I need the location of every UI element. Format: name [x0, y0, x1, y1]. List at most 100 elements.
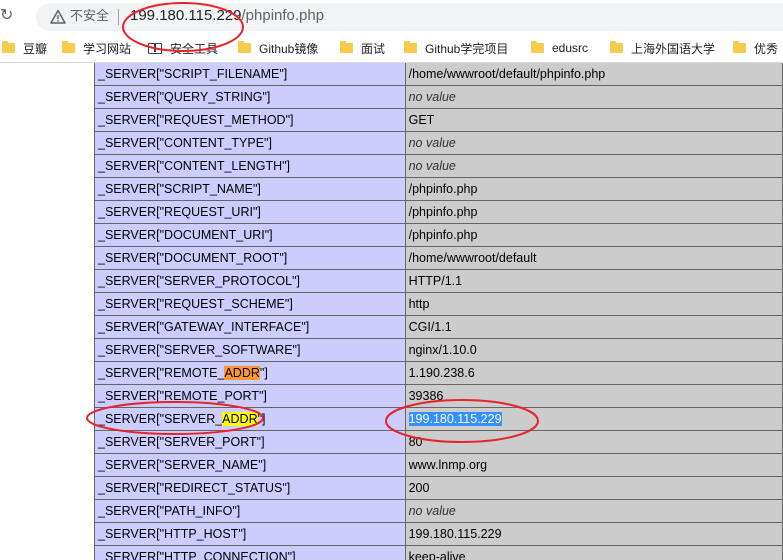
- variable-name: _SERVER["DOCUMENT_ROOT"]: [98, 251, 288, 265]
- variable-value: CGI/1.1: [408, 320, 452, 334]
- address-bar-area: ↻ 不安全 199.180.115.229/phpinfo.php: [0, 0, 783, 34]
- find-current-match: ADDR: [224, 366, 260, 380]
- variable-value-cell: 199.180.115.229: [404, 522, 783, 546]
- bookmark-item[interactable]: Github镜像: [238, 34, 318, 62]
- reload-icon[interactable]: ↻: [0, 5, 13, 27]
- variable-name: _SERVER["SERVER_NAME"]: [98, 458, 267, 472]
- variable-value-cell: no value: [404, 154, 783, 178]
- variable-value-cell: /home/wwwroot/default/phpinfo.php: [404, 63, 783, 86]
- server-variables-table: _SERVER["SCRIPT_FILENAME"] /home/wwwroot/…: [94, 63, 783, 560]
- bookmark-item[interactable]: 优秀: [733, 34, 778, 62]
- variable-name-cell: _SERVER["HTTP_HOST"]: [94, 522, 406, 546]
- table-row: _SERVER["REMOTE_ADDR"] 1.190.238.6: [94, 361, 783, 385]
- bookmark-item[interactable]: 上海外国语大学: [610, 34, 715, 62]
- variable-name-cell: _SERVER["PATH_INFO"]: [94, 499, 406, 523]
- variable-name: _SERVER["REQUEST_URI"]: [98, 205, 261, 219]
- variable-name: _SERVER["QUERY_STRING"]: [98, 90, 271, 104]
- table-row: _SERVER["HTTP_HOST"] 199.180.115.229: [94, 522, 783, 546]
- variable-name-cell: _SERVER["QUERY_STRING"]: [94, 85, 406, 109]
- variable-value-cell: no value: [404, 499, 783, 523]
- variable-value-cell: no value: [404, 85, 783, 109]
- table-row: _SERVER["REQUEST_SCHEME"] http: [94, 292, 783, 316]
- variable-name: _SERVER["SERVER_SOFTWARE"]: [98, 343, 301, 357]
- variable-name-cell: _SERVER["CONTENT_TYPE"]: [94, 131, 406, 155]
- variable-name: _SERVER["SERVER_PROTOCOL"]: [98, 274, 301, 288]
- table-row: _SERVER["QUERY_STRING"] no value: [94, 85, 783, 109]
- bookmark-item[interactable]: edusrc: [531, 34, 588, 62]
- table-row: _SERVER["DOCUMENT_ROOT"] /home/wwwroot/de…: [94, 246, 783, 270]
- variable-value: 200: [408, 481, 430, 495]
- bookmark-item[interactable]: 安全工具: [148, 34, 218, 62]
- folder-icon: [610, 41, 623, 53]
- variable-name-cell: _SERVER["REMOTE_PORT"]: [94, 384, 406, 408]
- variable-value: 199.180.115.229: [408, 527, 502, 541]
- variable-value: HTTP/1.1: [408, 274, 463, 288]
- url-host: 199.180.115.229: [130, 7, 242, 24]
- variable-value: nginx/1.10.0: [408, 343, 477, 357]
- variable-name: _SERVER["REQUEST_SCHEME"]: [98, 297, 293, 311]
- variable-value: 80: [408, 435, 423, 449]
- variable-value: www.lnmp.org: [408, 458, 488, 472]
- variable-name: _SERVER["DOCUMENT_URI"]: [98, 228, 273, 242]
- variable-name: _SERVER["HTTP_HOST"]: [98, 527, 247, 541]
- table-row: _SERVER["SERVER_NAME"] www.lnmp.org: [94, 453, 783, 477]
- bookmark-item[interactable]: 学习网站: [62, 34, 131, 62]
- security-status-label[interactable]: 不安全: [70, 7, 109, 25]
- table-row: _SERVER["REMOTE_PORT"] 39386: [94, 384, 783, 408]
- variable-name-cell: _SERVER["SERVER_PROTOCOL"]: [94, 269, 406, 293]
- table-row: _SERVER["DOCUMENT_URI"] /phpinfo.php: [94, 223, 783, 247]
- table-row: _SERVER["SERVER_PROTOCOL"] HTTP/1.1: [94, 269, 783, 293]
- bookmark-label: 学习网站: [83, 41, 132, 56]
- variable-value-cell: http: [404, 292, 783, 316]
- url-text[interactable]: 199.180.115.229/phpinfo.php: [130, 6, 324, 26]
- variable-name-cell: _SERVER["CONTENT_LENGTH"]: [94, 154, 406, 178]
- table-row: _SERVER["CONTENT_LENGTH"] no value: [94, 154, 783, 178]
- folder-icon: [404, 41, 417, 53]
- variable-value-cell: 200: [404, 476, 783, 500]
- variable-value: no value: [408, 136, 456, 150]
- variable-value-cell: /home/wwwroot/default: [404, 246, 783, 270]
- selected-server-addr-value: 199.180.115.229: [408, 412, 502, 426]
- variable-value-cell: /phpinfo.php: [404, 177, 783, 201]
- variable-name-cell: _SERVER["DOCUMENT_URI"]: [94, 223, 406, 247]
- bookmark-item[interactable]: 豆瓣: [2, 34, 47, 62]
- variable-name: _SERVER["REDIRECT_STATUS"]: [98, 481, 291, 495]
- table-row: _SERVER["REQUEST_URI"] /phpinfo.php: [94, 200, 783, 224]
- variable-value: 1.190.238.6: [408, 366, 475, 380]
- variable-name-cell: _SERVER["SERVER_NAME"]: [94, 453, 406, 477]
- bookmark-label: 安全工具: [170, 41, 219, 56]
- variable-value: /phpinfo.php: [408, 182, 478, 196]
- table-row: _SERVER["REQUEST_METHOD"] GET: [94, 108, 783, 132]
- variable-name: _SERVER["REQUEST_METHOD"]: [98, 113, 294, 127]
- bookmark-label: 上海外国语大学: [631, 41, 716, 56]
- bookmark-item[interactable]: 面试: [340, 34, 385, 62]
- variable-name-cell: _SERVER["REQUEST_URI"]: [94, 200, 406, 224]
- variable-name: _SERVER["SCRIPT_NAME"]: [98, 182, 261, 196]
- table-row: _SERVER["PATH_INFO"] no value: [94, 499, 783, 523]
- bookmark-item[interactable]: Github学完项目: [404, 34, 508, 62]
- variable-name: _SERVER["SERVER_PORT"]: [98, 435, 265, 449]
- variable-value: 39386: [408, 389, 444, 403]
- variable-name: _SERVER["CONTENT_TYPE"]: [98, 136, 272, 150]
- variable-value-cell: 80: [404, 430, 783, 454]
- variable-value-cell: www.lnmp.org: [404, 453, 783, 477]
- variable-value: keep-alive: [408, 550, 466, 560]
- find-match: ADDR: [222, 412, 258, 426]
- table-row: _SERVER["SERVER_ADDR"] 199.180.115.229: [94, 407, 783, 431]
- variable-value: /phpinfo.php: [408, 205, 478, 219]
- bookmark-label: 面试: [361, 41, 386, 56]
- warning-icon[interactable]: [50, 9, 66, 25]
- variable-name-cell: _SERVER["GATEWAY_INTERFACE"]: [94, 315, 406, 339]
- folder-icon: [733, 41, 746, 53]
- bookmark-label: Github镜像: [259, 41, 319, 56]
- variable-name-cell: _SERVER["DOCUMENT_ROOT"]: [94, 246, 406, 270]
- variable-value-cell: /phpinfo.php: [404, 223, 783, 247]
- table-row: _SERVER["SERVER_PORT"] 80: [94, 430, 783, 454]
- variable-name: _SERVER["PATH_INFO"]: [98, 504, 241, 518]
- bookmark-label: 豆瓣: [23, 41, 48, 56]
- variable-name: _SERVER["CONTENT_LENGTH"]: [98, 159, 291, 173]
- variable-name-cell: _SERVER["HTTP_CONNECTION"]: [94, 545, 406, 560]
- variable-value-cell: 1.190.238.6: [404, 361, 783, 385]
- variable-name-cell: _SERVER["SERVER_SOFTWARE"]: [94, 338, 406, 362]
- variable-value: /phpinfo.php: [408, 228, 478, 242]
